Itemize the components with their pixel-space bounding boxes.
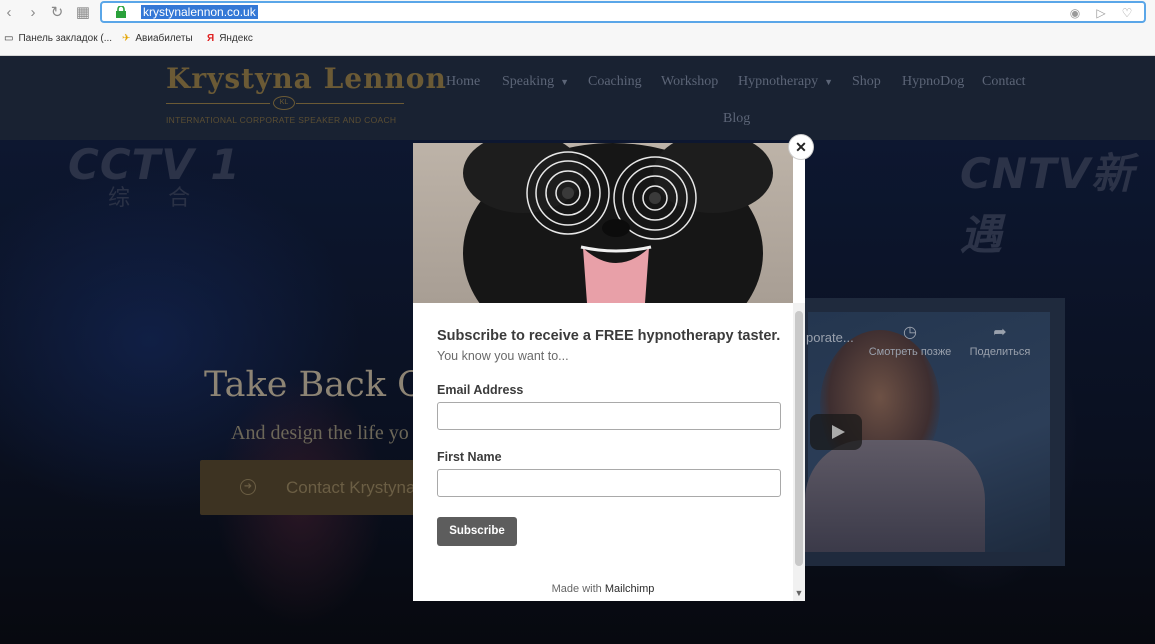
cctv-sub-watermark: 综 合	[108, 185, 207, 210]
logo-badge: KL	[273, 96, 295, 110]
logo-divider	[296, 103, 404, 104]
clock-icon: ◷	[903, 324, 917, 341]
popup-footer: Made with Mailchimp	[413, 583, 793, 595]
hypnodog-image	[413, 143, 793, 303]
nav-label: Speaking	[502, 74, 555, 89]
apps-grid-icon[interactable]: ▦	[74, 4, 92, 22]
logo-divider	[166, 103, 270, 104]
browser-chrome: ‹ › ↻ ▦ krystynalennon.co.uk ◉ ▷ ♡ ▭ Пане…	[0, 0, 1155, 56]
dog-illustration	[463, 143, 773, 303]
first-name-label: First Name	[437, 450, 502, 464]
popup-title: Subscribe to receive a FREE hypnotherapy…	[437, 328, 781, 344]
nav-label: Hypnotherapy	[738, 74, 819, 89]
heart-icon[interactable]: ♡	[1120, 6, 1134, 20]
watch-later-label: Смотреть позже	[868, 346, 952, 358]
popup-scrollbar-thumb[interactable]	[795, 311, 803, 566]
url-text[interactable]: krystynalennon.co.uk	[141, 5, 258, 19]
hero-heading: Take Back Co	[204, 365, 445, 405]
camera-icon[interactable]: ◉	[1068, 6, 1082, 20]
bookmark-aviabilety[interactable]: ✈ Авиабилеты	[122, 33, 193, 44]
first-name-field[interactable]	[437, 469, 781, 497]
scroll-down-icon[interactable]: ▼	[794, 588, 804, 598]
share-button[interactable]: ➦ Поделиться	[966, 322, 1034, 358]
reload-icon[interactable]: ↻	[48, 4, 66, 22]
email-field[interactable]	[437, 402, 781, 430]
subscribe-button[interactable]: Subscribe	[437, 517, 517, 546]
cntv-watermark: CNTV新遇	[960, 149, 1135, 259]
arrow-right-circle-icon: ➜	[240, 479, 256, 495]
footer-prefix: Made with	[551, 583, 602, 595]
bookmark-label: Авиабилеты	[135, 33, 193, 44]
mailchimp-link[interactable]: Mailchimp	[605, 583, 655, 595]
play-button[interactable]	[810, 414, 862, 450]
bookmark-label: Панель закладок (...	[18, 33, 113, 44]
close-icon[interactable]: ✕	[789, 135, 813, 159]
bookmark-yandex[interactable]: Я Яндекс	[207, 33, 253, 44]
bookmark-folder[interactable]: ▭ Панель закладок (...	[4, 33, 112, 44]
nav-coaching[interactable]: Coaching	[588, 74, 642, 90]
video-thumbnail-jacket	[805, 440, 985, 552]
popup-subtitle: You know you want to...	[437, 349, 569, 363]
send-icon[interactable]: ▷	[1094, 6, 1108, 20]
forward-icon[interactable]: ›	[24, 4, 42, 22]
nav-speaking[interactable]: Speaking ▼	[502, 74, 569, 90]
subscribe-popup: ▼ Subscribe to receive a FREE hypnothera…	[413, 143, 805, 601]
video-title[interactable]: porate...	[806, 330, 854, 345]
nav-workshop[interactable]: Workshop	[661, 74, 718, 90]
logo-name[interactable]: Krystyna Lennon	[166, 62, 447, 95]
chevron-down-icon: ▼	[560, 77, 570, 87]
folder-icon: ▭	[4, 33, 14, 44]
contact-krystyna-button[interactable]: ➜ Contact Krystyna	[200, 460, 440, 515]
nav-hypnotherapy[interactable]: Hypnotherapy ▼	[738, 74, 833, 90]
hero-subheading: And design the life yo	[231, 422, 409, 444]
nav-hypnodog[interactable]: HypnoDog	[902, 74, 964, 90]
lock-icon	[116, 6, 126, 18]
chevron-down-icon: ▼	[824, 77, 834, 87]
bookmark-label: Яндекс	[219, 33, 253, 44]
nav-contact[interactable]: Contact	[982, 74, 1026, 90]
nav-shop[interactable]: Shop	[852, 74, 881, 90]
watch-later-button[interactable]: ◷ Смотреть позже	[866, 322, 954, 358]
nav-home[interactable]: Home	[446, 74, 480, 90]
nav-blog[interactable]: Blog	[723, 111, 750, 127]
share-icon: ➦	[993, 324, 1007, 341]
share-label: Поделиться	[969, 346, 1031, 358]
address-bar[interactable]: krystynalennon.co.uk ◉ ▷ ♡	[100, 1, 1146, 23]
back-icon[interactable]: ‹	[0, 4, 18, 22]
contact-button-label: Contact Krystyna	[286, 478, 416, 497]
plane-icon: ✈	[122, 33, 131, 44]
email-label: Email Address	[437, 383, 524, 397]
logo-tagline: INTERNATIONAL CORPORATE SPEAKER AND COAC…	[166, 115, 397, 125]
yandex-icon: Я	[207, 33, 215, 44]
